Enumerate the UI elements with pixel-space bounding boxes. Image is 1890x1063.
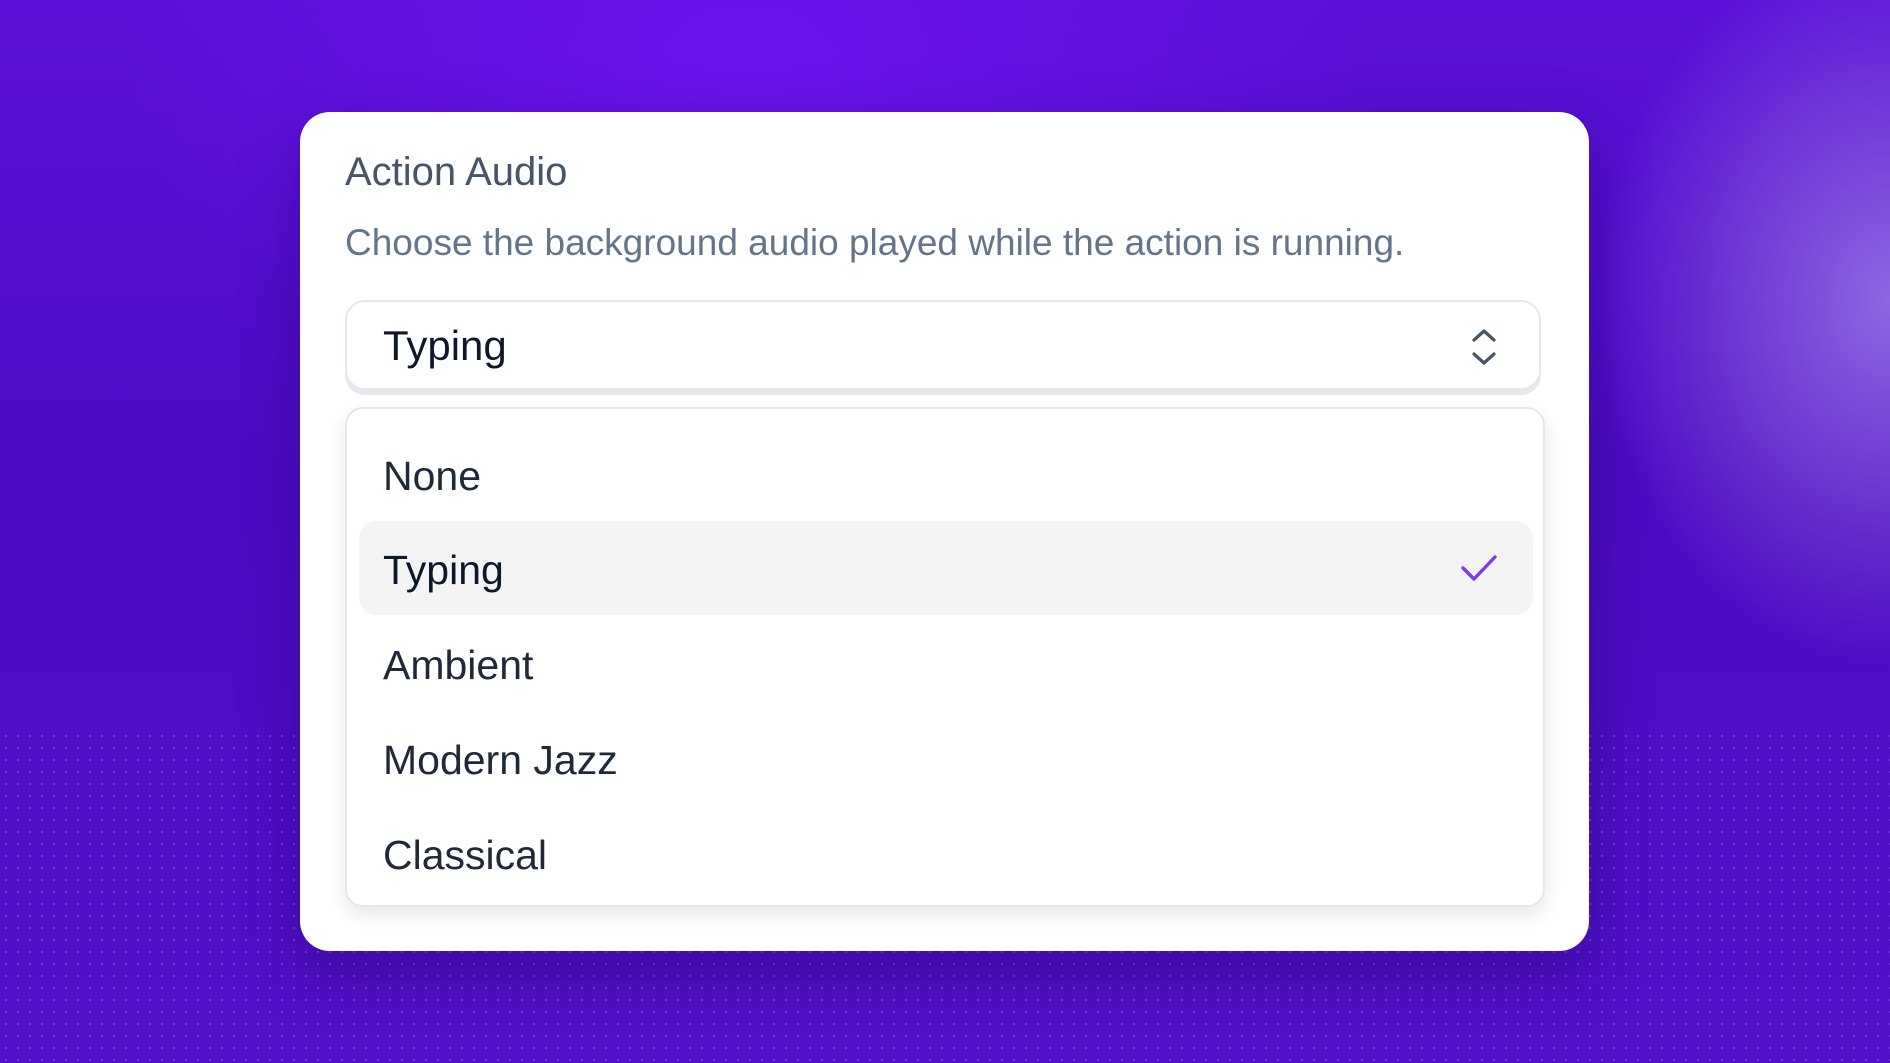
option-label: None bbox=[383, 453, 482, 499]
option-label: Modern Jazz bbox=[383, 737, 618, 783]
section-title: Action Audio bbox=[345, 150, 568, 194]
chevron-up-down-icon bbox=[1472, 329, 1496, 365]
action-audio-card: Action Audio Choose the background audio… bbox=[300, 112, 1589, 951]
select-current-value: Typing bbox=[383, 322, 507, 369]
option-ambient[interactable]: Ambient bbox=[359, 616, 1533, 710]
option-modern-jazz[interactable]: Modern Jazz bbox=[359, 711, 1533, 805]
option-label: Typing bbox=[383, 547, 504, 593]
option-none[interactable]: None bbox=[359, 427, 1533, 521]
option-label: Classical bbox=[383, 832, 548, 878]
audio-options-listbox: None Typing Ambient Modern Jazz Classica… bbox=[345, 407, 1545, 907]
option-label: Ambient bbox=[383, 642, 534, 688]
option-typing[interactable]: Typing bbox=[359, 521, 1533, 615]
check-icon bbox=[1461, 555, 1497, 581]
option-classical[interactable]: Classical bbox=[359, 806, 1533, 900]
audio-select[interactable]: Typing bbox=[345, 300, 1541, 390]
section-description: Choose the background audio played while… bbox=[345, 222, 1405, 263]
